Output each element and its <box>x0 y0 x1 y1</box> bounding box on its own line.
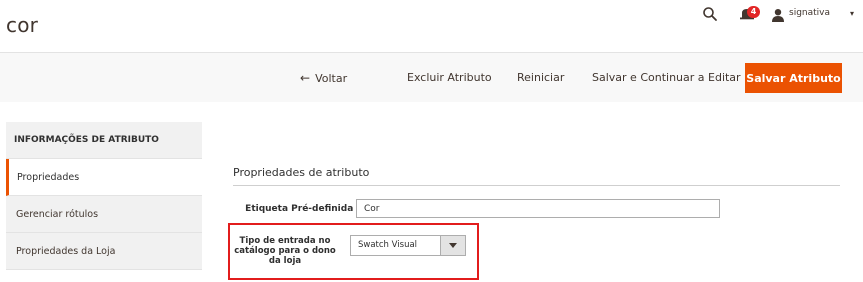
user-account-name[interactable]: signativa <box>789 8 830 18</box>
section-title: Propriedades de atributo <box>233 166 370 179</box>
save-attribute-button[interactable]: Salvar Atributo <box>745 63 842 93</box>
back-button[interactable]: ← Voltar <box>300 71 347 85</box>
page-title: cor <box>6 13 39 37</box>
input-type-selected-value: Swatch Visual <box>358 240 418 250</box>
page-actions-bar: ← Voltar Excluir Atributo Reiniciar Salva… <box>0 52 863 102</box>
tab-properties[interactable]: Propriedades <box>6 159 202 196</box>
search-icon[interactable] <box>702 6 718 22</box>
default-label-label: Etiqueta Pré-definida* <box>232 204 362 214</box>
chevron-down-icon[interactable]: ▾ <box>850 9 854 18</box>
section-divider <box>233 185 840 186</box>
dropdown-arrow-icon[interactable] <box>440 236 465 255</box>
default-label-input[interactable] <box>356 199 720 218</box>
tabs-title: INFORMAÇÕES DE ATRIBUTO <box>6 122 202 159</box>
notifications-button[interactable]: 4 <box>740 6 762 22</box>
input-type-select[interactable]: Swatch Visual <box>350 235 466 256</box>
reset-button[interactable]: Reiniciar <box>517 71 564 84</box>
tab-manage-labels[interactable]: Gerenciar rótulos <box>6 196 202 233</box>
arrow-left-icon: ← <box>300 71 311 85</box>
attribute-info-tabs: INFORMAÇÕES DE ATRIBUTO Propriedades Ger… <box>6 122 202 270</box>
input-type-label: Tipo de entrada no catálogo para o dono … <box>234 236 336 266</box>
tab-store-properties[interactable]: Propriedades da Loja <box>6 233 202 270</box>
delete-attribute-button[interactable]: Excluir Atributo <box>407 71 492 84</box>
back-button-label: Voltar <box>315 72 348 85</box>
notifications-count-badge: 4 <box>747 6 760 18</box>
default-label-text: Etiqueta Pré-definida <box>245 204 354 214</box>
save-and-continue-button[interactable]: Salvar e Continuar a Editar <box>592 71 741 84</box>
user-icon[interactable] <box>771 7 785 22</box>
